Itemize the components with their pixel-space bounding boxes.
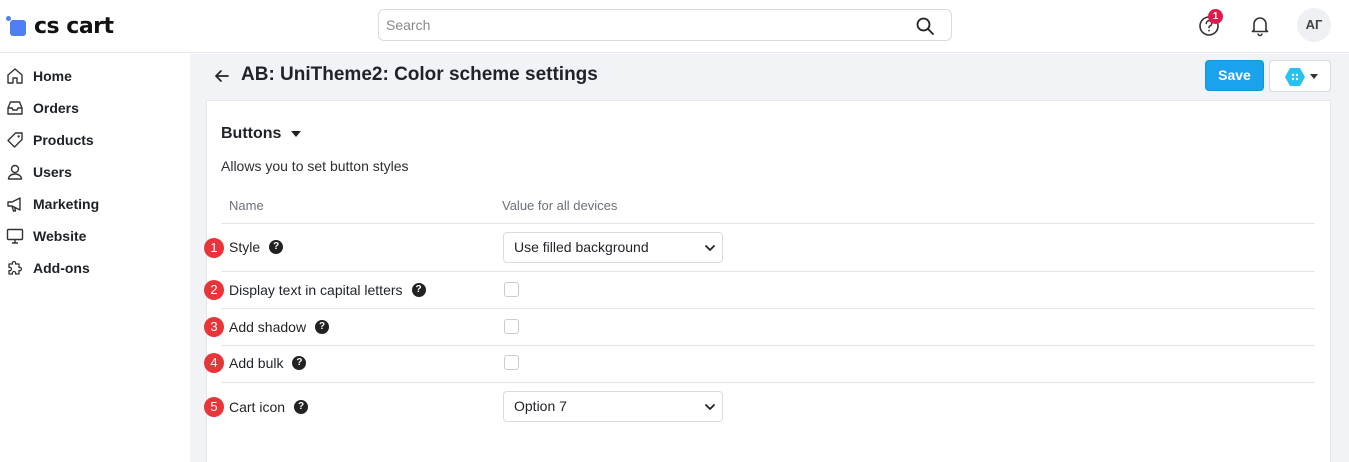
search-input[interactable] (379, 10, 899, 40)
column-header-name: Name (229, 198, 264, 213)
monitor-icon (5, 226, 25, 246)
help-tooltip-icon[interactable]: ? (292, 356, 307, 370)
main-content: AB: UniTheme2: Color scheme settings Sav… (190, 54, 1349, 462)
section-title: Buttons (221, 125, 282, 142)
sidebar-item-add-ons[interactable]: Add-ons (0, 254, 190, 282)
top-bar: cs cart 1 АГ (0, 0, 1349, 53)
setting-label-text: Cart icon (229, 399, 286, 415)
home-icon (5, 66, 25, 86)
sidebar-item-home[interactable]: Home (0, 62, 190, 90)
add-bulk-checkbox[interactable] (504, 355, 519, 370)
setting-label-text: Display text in capital letters (229, 282, 403, 298)
help-tooltip-icon[interactable]: ? (411, 283, 426, 297)
help-tooltip-icon[interactable]: ? (315, 320, 330, 334)
setting-label: Display text in capital letters ? (229, 282, 426, 298)
capital-letters-checkbox[interactable] (504, 282, 519, 297)
user-icon (5, 162, 25, 182)
logo-text: cs cart (34, 13, 114, 39)
bell-icon[interactable] (1248, 13, 1272, 37)
sidebar-item-website[interactable]: Website (0, 222, 190, 250)
help-tooltip-icon[interactable]: ? (294, 400, 309, 414)
sidebar-item-label: Website (33, 228, 87, 244)
sidebar-item-orders[interactable]: Orders (0, 94, 190, 122)
settings-panel: Buttons Allows you to set button styles … (204, 100, 1331, 462)
sidebar-item-products[interactable]: Products (0, 126, 190, 154)
tag-icon (5, 130, 25, 150)
cs-cart-logo[interactable]: cs cart (6, 12, 114, 40)
setting-label: Add shadow ? (229, 319, 330, 335)
setting-label: Cart icon ? (229, 399, 309, 415)
style-select[interactable]: Use filled background (503, 232, 723, 263)
chevron-down-icon (705, 245, 715, 251)
add-shadow-checkbox[interactable] (504, 319, 519, 334)
search-icon[interactable] (915, 16, 935, 36)
help-tooltip-icon[interactable]: ? (269, 240, 284, 254)
setting-label-text: Add shadow (229, 319, 307, 335)
page-header: AB: UniTheme2: Color scheme settings Sav… (190, 54, 1349, 100)
caret-down-icon (291, 131, 302, 137)
section-toggle-buttons[interactable]: Buttons (221, 125, 302, 143)
step-marker: 1 (204, 238, 224, 258)
page-title: AB: UniTheme2: Color scheme settings (241, 64, 598, 85)
notification-badge: 1 (1208, 9, 1223, 24)
sidebar: Home Orders Products Users Marketing Web… (0, 54, 190, 462)
sidebar-item-label: Add-ons (33, 260, 90, 276)
search-box (378, 9, 952, 41)
sidebar-item-label: Users (33, 164, 72, 180)
sidebar-item-label: Marketing (33, 196, 100, 212)
select-value: Use filled background (514, 239, 649, 255)
sidebar-item-label: Home (33, 68, 72, 84)
setting-row-add-shadow: 3 Add shadow ? (204, 309, 1315, 346)
setting-row-add-bulk: 4 Add bulk ? (204, 346, 1315, 383)
avatar[interactable]: АГ (1297, 8, 1331, 42)
addon-hex-icon (1285, 68, 1305, 86)
logo-mark-icon (6, 14, 30, 38)
step-marker: 5 (204, 397, 224, 417)
cart-icon-select[interactable]: Option 7 (503, 391, 723, 422)
chevron-down-icon (705, 404, 715, 410)
addon-menu-button[interactable] (1269, 60, 1331, 92)
back-arrow-icon[interactable] (212, 66, 232, 86)
step-marker: 3 (204, 317, 224, 337)
select-value: Option 7 (514, 398, 567, 414)
sidebar-item-users[interactable]: Users (0, 158, 190, 186)
megaphone-icon (5, 194, 25, 214)
setting-label-text: Add bulk (229, 355, 284, 371)
sidebar-item-label: Products (33, 132, 94, 148)
sidebar-item-marketing[interactable]: Marketing (0, 190, 190, 218)
column-header-value: Value for all devices (502, 198, 618, 213)
setting-label: Add bulk ? (229, 355, 307, 371)
setting-label: Style ? (229, 239, 284, 255)
section-description: Allows you to set button styles (221, 158, 409, 174)
setting-label-text: Style (229, 239, 261, 255)
sidebar-item-label: Orders (33, 100, 79, 116)
inbox-icon (5, 98, 25, 118)
setting-row-capital-letters: 2 Display text in capital letters ? (204, 272, 1315, 309)
setting-row-style: 1 Style ? Use filled background (204, 224, 1315, 272)
step-marker: 2 (204, 280, 224, 300)
puzzle-icon (5, 258, 25, 278)
caret-down-icon (1310, 74, 1318, 79)
setting-row-cart-icon: 5 Cart icon ? Option 7 (204, 383, 1315, 431)
step-marker: 4 (204, 353, 224, 373)
save-button[interactable]: Save (1205, 60, 1264, 91)
